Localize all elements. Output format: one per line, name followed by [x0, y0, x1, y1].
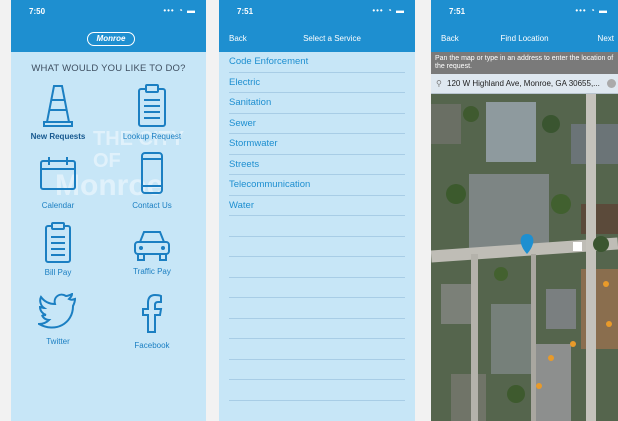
empty-row [229, 257, 405, 278]
empty-row [229, 339, 405, 360]
service-item-streets[interactable]: Streets [229, 155, 405, 175]
tile-label: Calendar [41, 201, 75, 210]
search-icon: ⚲ [436, 79, 442, 88]
tile-label: Facebook [134, 341, 170, 350]
clear-icon[interactable] [607, 79, 616, 88]
signal-wifi-battery-icon: ••• ◔ ▬ [575, 6, 608, 15]
lookup-request-button[interactable]: Lookup Request [107, 84, 197, 141]
tile-label: Lookup Request [122, 132, 182, 141]
empty-row [229, 216, 405, 237]
tile-label: New Requests [30, 132, 86, 141]
service-item-telecommunication[interactable]: Telecommunication [229, 175, 405, 196]
empty-row [229, 319, 405, 339]
tile-label: Traffic Pay [133, 267, 171, 276]
nav-bar: Back Find Location Next [431, 26, 618, 52]
instruction-text: Pan the map or type in an address to ent… [431, 52, 618, 74]
empty-row [229, 237, 405, 257]
status-bar: 7:50 ••• ◔ ▬ [11, 0, 206, 26]
nav-bar: Back Select a Service [219, 26, 415, 52]
address-input[interactable]: 120 W Highland Ave, Monroe, GA 30655,... [447, 79, 600, 88]
app-header: Monroe [11, 26, 206, 52]
status-time: 7:51 [237, 7, 254, 16]
service-item-stormwater[interactable]: Stormwater [229, 134, 405, 155]
empty-row [229, 278, 405, 298]
status-time: 7:51 [449, 7, 466, 16]
calendar-button[interactable]: Calendar [13, 155, 103, 210]
service-item-sewer[interactable]: Sewer [229, 114, 405, 134]
service-item-electric[interactable]: Electric [229, 73, 405, 93]
clipboard-icon [138, 84, 166, 127]
page-title: Find Location [500, 34, 549, 43]
twitter-button[interactable]: Twitter [13, 293, 103, 346]
city-logo: Monroe [87, 32, 135, 46]
bill-pay-button[interactable]: Bill Pay [13, 222, 103, 277]
signal-wifi-battery-icon: ••• ◔ ▬ [372, 6, 405, 15]
service-list: Code Enforcement Electric Sanitation Sew… [219, 52, 415, 401]
empty-row [229, 360, 405, 380]
home-screen: 7:50 ••• ◔ ▬ Monroe WHAT WOULD YOU LIKE … [11, 0, 206, 421]
map-imagery [431, 94, 618, 421]
tile-label: Bill Pay [44, 268, 72, 277]
next-button[interactable]: Next [598, 34, 614, 43]
facebook-icon [142, 293, 163, 333]
status-bar: 7:51 ••• ◔ ▬ [219, 0, 415, 26]
address-search-bar[interactable]: ⚲ 120 W Highland Ave, Monroe, GA 30655,.… [431, 74, 618, 94]
calendar-icon [40, 157, 76, 190]
tile-label: Contact Us [132, 201, 172, 210]
satellite-map[interactable] [431, 94, 618, 421]
empty-row [229, 380, 405, 401]
bill-icon [45, 222, 71, 263]
traffic-pay-button[interactable]: Traffic Pay [107, 228, 197, 276]
status-bar: 7:51 ••• ◔ ▬ [431, 0, 618, 26]
empty-row [229, 298, 405, 319]
contact-us-button[interactable]: Contact Us [107, 152, 197, 210]
tile-label: Twitter [46, 337, 70, 346]
select-service-screen: 7:51 ••• ◔ ▬ Back Select a Service Code … [219, 0, 415, 421]
facebook-button[interactable]: Facebook [107, 293, 197, 350]
new-requests-button[interactable]: New Requests [13, 84, 103, 141]
service-item-code-enforcement[interactable]: Code Enforcement [229, 52, 405, 73]
page-title: Select a Service [303, 34, 361, 43]
find-location-screen: 7:51 ••• ◔ ▬ Back Find Location Next Pan… [431, 0, 618, 421]
phone-icon [141, 152, 163, 194]
service-item-water[interactable]: Water [229, 196, 405, 216]
twitter-icon [38, 293, 77, 329]
page-title: WHAT WOULD YOU LIKE TO DO? [31, 63, 186, 74]
signal-wifi-battery-icon: ••• ◔ ▬ [163, 6, 196, 15]
traffic-cone-icon [43, 85, 73, 127]
service-item-sanitation[interactable]: Sanitation [229, 93, 405, 114]
status-time: 7:50 [29, 7, 46, 16]
car-icon [134, 231, 170, 261]
